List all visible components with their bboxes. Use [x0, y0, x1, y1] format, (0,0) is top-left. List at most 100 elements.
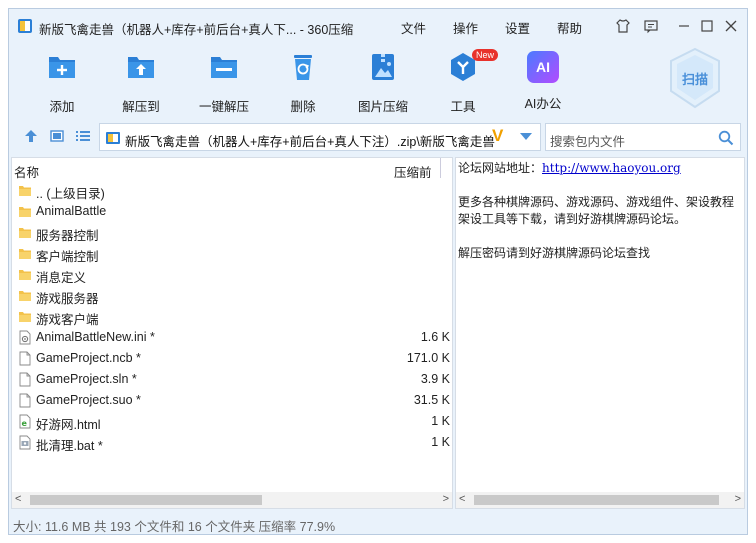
one-click-extract-label: 一键解压	[198, 100, 249, 114]
site-label: 论坛网站地址：	[458, 161, 543, 175]
thumbnail-view-icon[interactable]	[49, 129, 65, 143]
search-box[interactable]: 搜索包内文件	[545, 123, 741, 151]
status-text: 大小: 11.6 MB 共 193 个文件和 16 个文件夹 压缩率 77.9%	[13, 520, 336, 534]
scroll-left-icon[interactable]: <	[15, 493, 21, 505]
settings-file-icon	[18, 330, 32, 345]
file-row[interactable]: 客户端控制	[12, 243, 452, 264]
recycle-bin-icon	[294, 55, 312, 80]
status-bar: 大小: 11.6 MB 共 193 个文件和 16 个文件夹 压缩率 77.9%	[9, 511, 747, 534]
extract-to-icon	[128, 57, 154, 78]
file-row[interactable]: 服务器控制	[12, 222, 452, 243]
address-dropdown-icon[interactable]	[520, 133, 532, 140]
app-window: 新版飞禽走兽（机器人+库存+前后台+真人下... - 360压缩 文件 操作 设…	[8, 8, 748, 535]
file-row[interactable]: 消息定义	[12, 264, 452, 285]
archive-app-icon	[18, 19, 32, 33]
image-compress-button[interactable]: 图片压缩	[348, 51, 418, 114]
menu-file[interactable]: 文件	[401, 18, 426, 37]
file-row[interactable]: e 好游网.html 1 K	[12, 411, 452, 432]
file-row[interactable]: 游戏服务器	[12, 285, 452, 306]
delete-label: 删除	[290, 100, 316, 114]
minimize-icon[interactable]	[675, 17, 693, 35]
search-icon[interactable]	[718, 130, 734, 146]
ai-office-button[interactable]: AI AI办公	[508, 51, 578, 113]
file-row[interactable]: AnimalBattle	[12, 201, 452, 222]
add-button[interactable]: 添加	[27, 51, 97, 114]
file-size: 1.6 K	[420, 330, 450, 344]
vip-mark-icon[interactable]: V	[492, 126, 503, 146]
file-name: AnimalBattle	[36, 204, 107, 218]
archive-file-icon	[106, 132, 120, 144]
search-input[interactable]: 搜索包内文件	[550, 131, 625, 150]
add-icon	[49, 57, 75, 78]
column-size-header[interactable]: 压缩前	[394, 162, 432, 181]
file-size: 3.9 K	[420, 372, 450, 386]
window-title: 新版飞禽走兽（机器人+库存+前后台+真人下... - 360压缩	[39, 23, 354, 37]
scroll-left-icon[interactable]: <	[459, 493, 465, 505]
file-list-hscrollbar[interactable]: < >	[12, 492, 452, 508]
scroll-right-icon[interactable]: >	[443, 493, 449, 505]
file-list-panel: 名称 压缩前 .. (上级目录) AnimalBattle 服务器控制 客户端控制消息…	[11, 157, 453, 509]
scroll-thumb[interactable]	[474, 495, 719, 505]
file-row[interactable]: .. (上级目录)	[12, 180, 452, 201]
file-name: 服务器控制	[36, 229, 99, 243]
comment-line-4: 解压密码请到好游棋牌源码论坛查找	[458, 246, 651, 260]
batch-file-icon	[18, 435, 32, 450]
file-list: .. (上级目录) AnimalBattle 服务器控制 客户端控制消息定义 游戏服务器…	[12, 180, 452, 453]
file-icon	[18, 393, 32, 408]
title-bar: 新版飞禽走兽（机器人+库存+前后台+真人下... - 360压缩 文件 操作 设…	[9, 9, 747, 43]
folder-icon	[18, 267, 32, 282]
file-row[interactable]: 游戏客户端	[12, 306, 452, 327]
skin-icon[interactable]	[614, 17, 632, 35]
file-name: GameProject.ncb *	[36, 351, 141, 365]
tools-button[interactable]: New 工具	[428, 49, 499, 114]
column-name-header[interactable]: 名称	[14, 162, 39, 181]
scan-label: 扫描	[681, 72, 708, 87]
archive-comment: 论坛网站地址：http://www.haoyou.org 更多各种棋牌源码、游戏…	[458, 160, 742, 262]
file-name: 批清理.bat *	[36, 439, 103, 453]
file-name: GameProject.sln *	[36, 372, 137, 386]
scan-button[interactable]: 扫描	[669, 47, 721, 109]
extract-to-button[interactable]: 解压到	[106, 51, 176, 114]
up-arrow-icon[interactable]	[23, 129, 39, 143]
image-compress-label: 图片压缩	[357, 100, 408, 114]
file-name: .. (上级目录)	[36, 187, 105, 201]
folder-icon	[18, 246, 32, 261]
file-name: GameProject.suo *	[36, 393, 141, 407]
comment-hscrollbar[interactable]: < >	[456, 492, 744, 508]
svg-text:e: e	[22, 419, 28, 428]
comment-line-3: 架设工具等下载，请到好游棋牌源码论坛。	[458, 212, 687, 226]
address-bar[interactable]: 新版飞禽走兽（机器人+库存+前后台+真人下注）.zip\新版飞禽走兽 V	[99, 123, 541, 151]
file-list-header: 名称 压缩前	[12, 158, 452, 181]
menu-help[interactable]: 帮助	[557, 18, 582, 37]
scroll-thumb[interactable]	[30, 495, 262, 505]
file-name: 消息定义	[36, 271, 87, 285]
file-icon	[18, 372, 32, 387]
tools-label: 工具	[450, 100, 476, 114]
file-row[interactable]: AnimalBattleNew.ini * 1.6 K	[12, 327, 452, 348]
toolbar: 添加 解压到 一键解压 删除 图片压缩 New 工具 AI AI办公 扫描	[9, 43, 747, 117]
file-size: 1 K	[431, 435, 450, 449]
site-link[interactable]: http://www.haoyou.org	[542, 161, 681, 175]
ai-office-label: AI办公	[524, 97, 562, 111]
image-compress-icon	[372, 54, 394, 80]
ai-office-icon: AI	[527, 51, 559, 83]
column-divider[interactable]	[440, 158, 441, 178]
file-row[interactable]: 批清理.bat * 1 K	[12, 432, 452, 453]
file-row[interactable]: GameProject.suo * 31.5 K	[12, 390, 452, 411]
menu-settings[interactable]: 设置	[505, 18, 530, 37]
feedback-icon[interactable]	[642, 17, 660, 35]
address-path: 新版飞禽走兽（机器人+库存+前后台+真人下注）.zip\新版飞禽走兽	[125, 135, 495, 149]
folder-icon	[18, 204, 32, 219]
new-badge: New	[472, 49, 499, 61]
list-view-icon[interactable]	[75, 129, 91, 143]
file-row[interactable]: GameProject.ncb * 171.0 K	[12, 348, 452, 369]
scroll-right-icon[interactable]: >	[735, 493, 741, 505]
menu-operation[interactable]: 操作	[453, 18, 478, 37]
comment-panel: 论坛网站地址：http://www.haoyou.org 更多各种棋牌源码、游戏…	[455, 157, 745, 509]
maximize-icon[interactable]	[698, 17, 716, 35]
folder-icon	[18, 309, 32, 324]
file-row[interactable]: GameProject.sln * 3.9 K	[12, 369, 452, 390]
delete-button[interactable]: 删除	[268, 51, 338, 114]
close-icon[interactable]	[722, 17, 740, 35]
one-click-extract-button[interactable]: 一键解压	[189, 51, 259, 114]
